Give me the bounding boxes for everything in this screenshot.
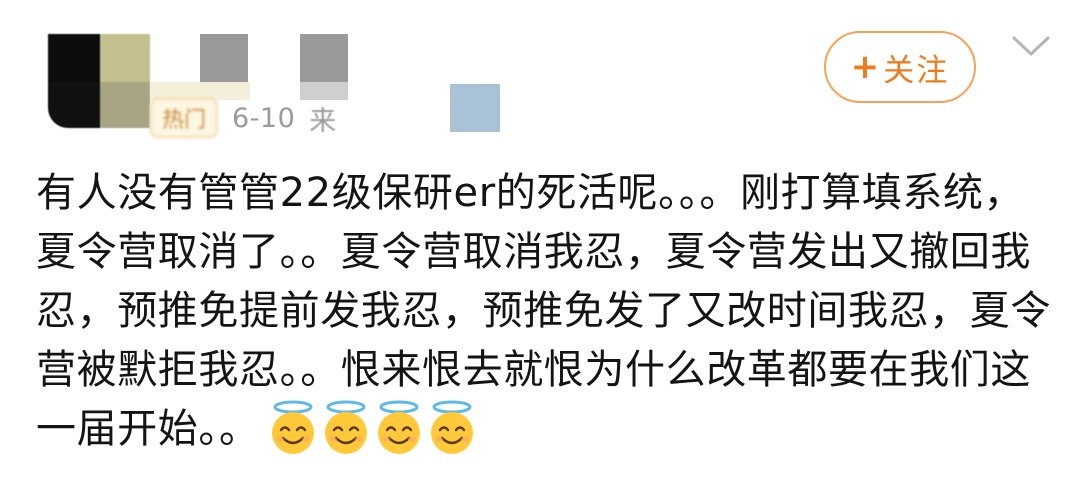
source-tail-pixel [450, 84, 500, 132]
post-meta: 热门 6-10 来 [150, 98, 336, 138]
angel-emoji-icon [271, 400, 314, 454]
angel-emoji-icon [377, 400, 420, 454]
post-header: 热门 6-10 来 + 关注 [0, 0, 1080, 150]
angel-emoji-icon [324, 400, 367, 454]
post-body: 有人没有管管22级保研er的死活呢。。。刚打算填系统， 夏令营取消了。。夏令营取… [36, 164, 1052, 459]
post-source: 来 [309, 105, 337, 137]
post-text-line: 营被默拒我忍。。恨来恨去就恨为什么改革都要在我们这 [36, 347, 1031, 393]
post-text-last-line: 一届开始。。 [36, 400, 1052, 459]
follow-button-label: 关注 [883, 52, 950, 89]
chevron-down-icon[interactable] [1011, 34, 1051, 58]
post-text-line: 夏令营取消了。。夏令营取消我忍，夏令营发出又撤回我 [36, 229, 1031, 275]
hot-badge: 热门 [150, 98, 219, 138]
emoji-row [268, 400, 480, 456]
post-text-line: 有人没有管管22级保研er的死活呢。。。刚打算填系统， [36, 170, 1025, 216]
plus-icon: + [850, 47, 880, 87]
post-text-line: 一届开始。。 [36, 406, 260, 452]
angel-emoji-icon [430, 400, 473, 454]
post-text-line: 忍，预推免提前发我忍，预推免发了又改时间我忍，夏令 [36, 288, 1051, 334]
post-date: 6-10 [232, 102, 296, 134]
follow-button[interactable]: + 关注 [824, 31, 976, 103]
